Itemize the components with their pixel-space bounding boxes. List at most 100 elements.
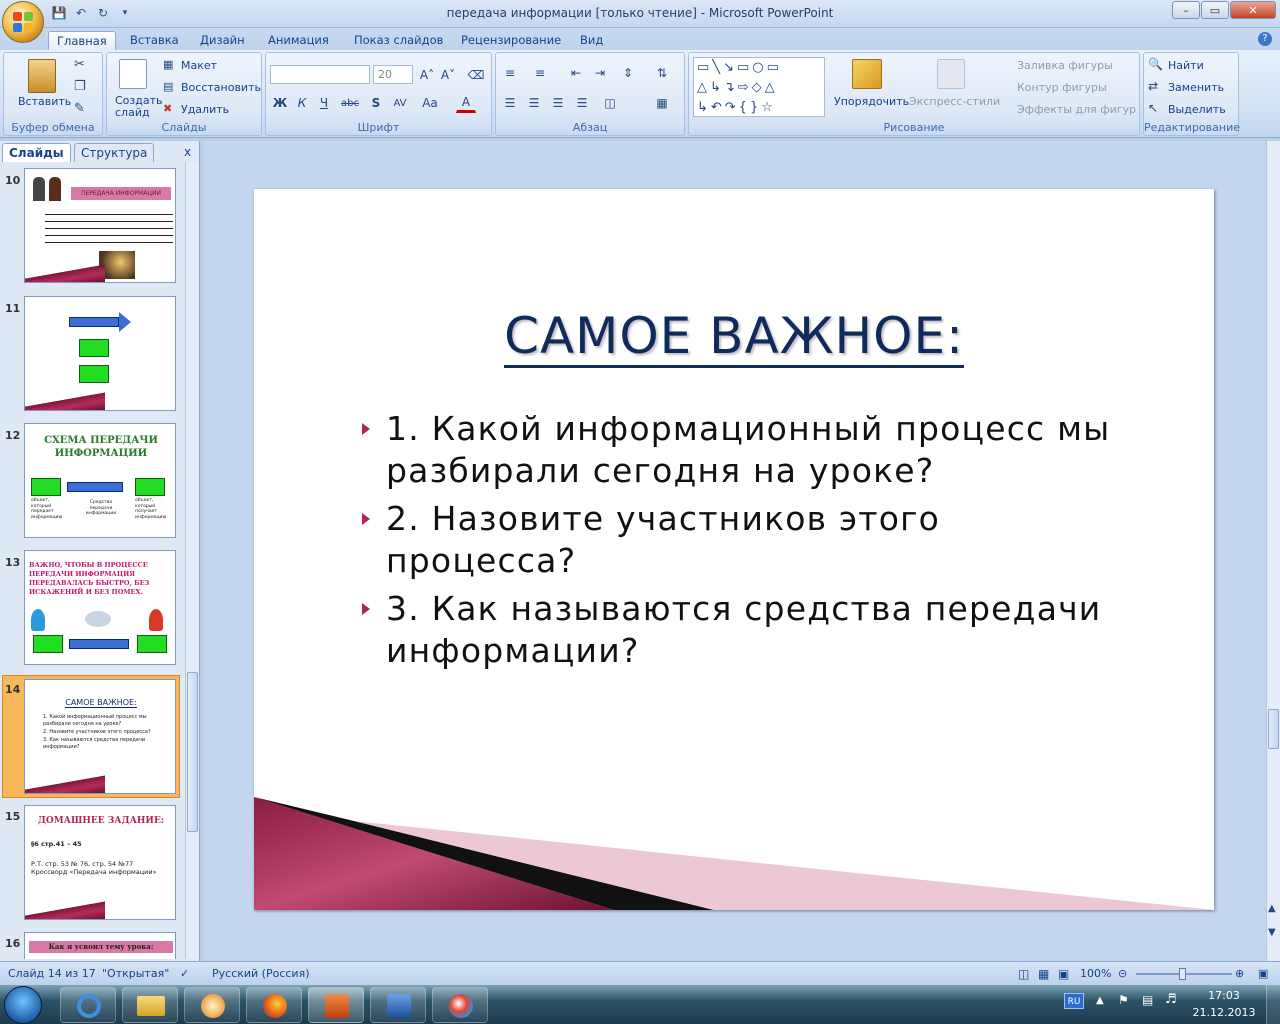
tab-slides-panel[interactable]: Слайды: [2, 143, 71, 162]
replace-button[interactable]: Заменить: [1168, 81, 1224, 94]
thumbnail-slide-15[interactable]: ДОМАШНЕЕ ЗАДАНИЕ: §6 стр.41 – 45 Р.Т. ст…: [24, 805, 176, 920]
delete-button[interactable]: Удалить: [181, 103, 229, 116]
tab-home[interactable]: Главная: [48, 31, 116, 50]
cut-icon[interactable]: ✂: [74, 57, 85, 72]
format-painter-icon[interactable]: ✎: [74, 101, 85, 116]
shadow-button[interactable]: S: [366, 93, 386, 113]
find-button[interactable]: Найти: [1168, 59, 1204, 72]
redo-icon[interactable]: ↻: [94, 4, 112, 22]
thumbnail-slide-12[interactable]: СХЕМА ПЕРЕДАЧИ ИНФОРМАЦИИ объект, которы…: [24, 423, 176, 538]
clear-format-icon[interactable]: ⌫: [466, 65, 486, 85]
arrange-button[interactable]: Упорядочить: [834, 95, 909, 108]
shapes-gallery[interactable]: ▭╲↘▭○▭ △↳↴⇨◇△ ↳↶↷{}☆: [693, 57, 825, 117]
layout-button[interactable]: Макет: [181, 59, 217, 72]
new-slide-icon[interactable]: [119, 59, 147, 89]
underline-button[interactable]: Ч: [314, 93, 334, 113]
arrange-icon[interactable]: [852, 59, 882, 89]
paste-icon[interactable]: [28, 59, 56, 93]
next-slide-icon[interactable]: ▼: [1268, 927, 1276, 938]
strikethrough-button[interactable]: abc: [340, 93, 360, 113]
language-indicator[interactable]: Русский (Россия): [212, 967, 310, 980]
show-desktop-button[interactable]: [1266, 985, 1280, 1024]
media-player-icon[interactable]: [184, 987, 240, 1023]
tab-view[interactable]: Вид: [572, 31, 611, 50]
paint-icon[interactable]: [432, 987, 488, 1023]
clock-date[interactable]: 21.12.2013: [1192, 1006, 1256, 1019]
numbering-icon[interactable]: ≡: [530, 63, 550, 83]
smartart-icon[interactable]: ▦: [652, 93, 672, 113]
sorter-view-icon[interactable]: ▦: [1038, 967, 1049, 981]
word-icon[interactable]: [370, 987, 426, 1023]
slide-scroll-thumb[interactable]: [1268, 709, 1279, 749]
tab-review[interactable]: Рецензирование: [453, 31, 569, 50]
align-left-icon[interactable]: ☰: [500, 93, 520, 113]
normal-view-icon[interactable]: ◫: [1018, 967, 1029, 981]
paste-button[interactable]: Вставить: [18, 95, 71, 108]
zoom-in-icon[interactable]: ⊕: [1235, 967, 1244, 980]
shape-fill-button[interactable]: Заливка фигуры: [1017, 59, 1113, 72]
select-button[interactable]: Выделить: [1168, 103, 1226, 116]
save-icon[interactable]: 💾: [50, 4, 68, 22]
tab-outline-panel[interactable]: Структура: [74, 143, 155, 162]
thumbnails-scrollbar[interactable]: [185, 162, 199, 959]
help-icon[interactable]: ?: [1258, 32, 1272, 46]
quick-styles-button[interactable]: Экспресс-стили: [909, 95, 1000, 108]
tab-slideshow[interactable]: Показ слайдов: [346, 31, 451, 50]
maximize-button[interactable]: ▭: [1201, 1, 1229, 19]
ie-icon[interactable]: [60, 987, 116, 1023]
input-language[interactable]: RU: [1064, 993, 1084, 1009]
align-center-icon[interactable]: ☰: [524, 93, 544, 113]
thumbnail-slide-14[interactable]: САМОЕ ВАЖНОЕ: 1. Какой информационный пр…: [24, 679, 176, 794]
tab-animation[interactable]: Анимация: [260, 31, 337, 50]
thumbnail-slide-10[interactable]: ПЕРЕДАЧА ИНФОРМАЦИИ: [24, 168, 176, 283]
char-spacing-button[interactable]: AV: [390, 93, 410, 113]
decrease-indent-icon[interactable]: ⇤: [566, 63, 586, 83]
volume-icon[interactable]: ♬: [1165, 992, 1177, 1007]
font-size-field[interactable]: 20: [373, 65, 413, 84]
undo-icon[interactable]: ↶: [72, 4, 90, 22]
slide-content[interactable]: 1. Какой информационный процесс мы разби…: [358, 408, 1138, 678]
justify-icon[interactable]: ☰: [572, 93, 592, 113]
copy-icon[interactable]: ❐: [74, 79, 86, 94]
new-slide-button[interactable]: Создать слайд: [115, 95, 163, 119]
start-button[interactable]: [4, 986, 42, 1024]
tab-design[interactable]: Дизайн: [192, 31, 253, 50]
line-spacing-icon[interactable]: ⇕: [618, 63, 638, 83]
firefox-icon[interactable]: [246, 987, 302, 1023]
bold-button[interactable]: Ж: [270, 93, 290, 113]
zoom-slider-thumb[interactable]: [1179, 968, 1186, 980]
prev-slide-icon[interactable]: ▲: [1268, 903, 1276, 914]
reset-button[interactable]: Восстановить: [181, 81, 261, 94]
increase-indent-icon[interactable]: ⇥: [590, 63, 610, 83]
close-panel-icon[interactable]: x: [184, 145, 191, 159]
action-center-icon[interactable]: ⚑: [1118, 993, 1129, 1007]
powerpoint-taskbar-icon[interactable]: [308, 987, 364, 1023]
thumbnails-scroll-thumb[interactable]: [187, 672, 198, 832]
minimize-button[interactable]: –: [1172, 1, 1200, 19]
columns-icon[interactable]: ◫: [600, 93, 620, 113]
font-name-field[interactable]: [270, 65, 370, 84]
bullets-icon[interactable]: ≡: [500, 63, 520, 83]
office-button[interactable]: [2, 1, 44, 43]
spellcheck-icon[interactable]: ✓: [180, 967, 189, 980]
text-direction-icon[interactable]: ⇅: [652, 63, 672, 83]
explorer-icon[interactable]: [122, 987, 178, 1023]
font-color-button[interactable]: A: [456, 93, 476, 113]
quick-styles-icon[interactable]: [937, 59, 965, 89]
customize-qat-icon[interactable]: ▾: [116, 4, 134, 22]
close-button[interactable]: ✕: [1230, 1, 1276, 19]
change-case-button[interactable]: Aa: [420, 93, 440, 113]
fit-window-icon[interactable]: ▣: [1258, 967, 1268, 980]
shape-outline-button[interactable]: Контур фигуры: [1017, 81, 1107, 94]
clock-time[interactable]: 17:03: [1192, 989, 1256, 1002]
thumbnail-slide-16[interactable]: Как я усвоил тему урока:: [24, 932, 176, 959]
thumbnail-slide-13[interactable]: ВАЖНО, ЧТОБЫ В ПРОЦЕССЕ ПЕРЕДАЧИ ИНФОРМА…: [24, 550, 176, 665]
slideshow-view-icon[interactable]: ▣: [1058, 967, 1069, 981]
shrink-font-icon[interactable]: A˅: [438, 65, 458, 85]
slide[interactable]: САМОЕ ВАЖНОЕ: 1. Какой информационный пр…: [254, 189, 1214, 910]
slide-scrollbar[interactable]: ▲ ▼: [1266, 141, 1280, 961]
grow-font-icon[interactable]: A˄: [417, 65, 437, 85]
zoom-out-icon[interactable]: ⊝: [1118, 967, 1127, 980]
zoom-level[interactable]: 100%: [1080, 967, 1111, 980]
shape-effects-button[interactable]: Эффекты для фигур: [1017, 103, 1136, 116]
